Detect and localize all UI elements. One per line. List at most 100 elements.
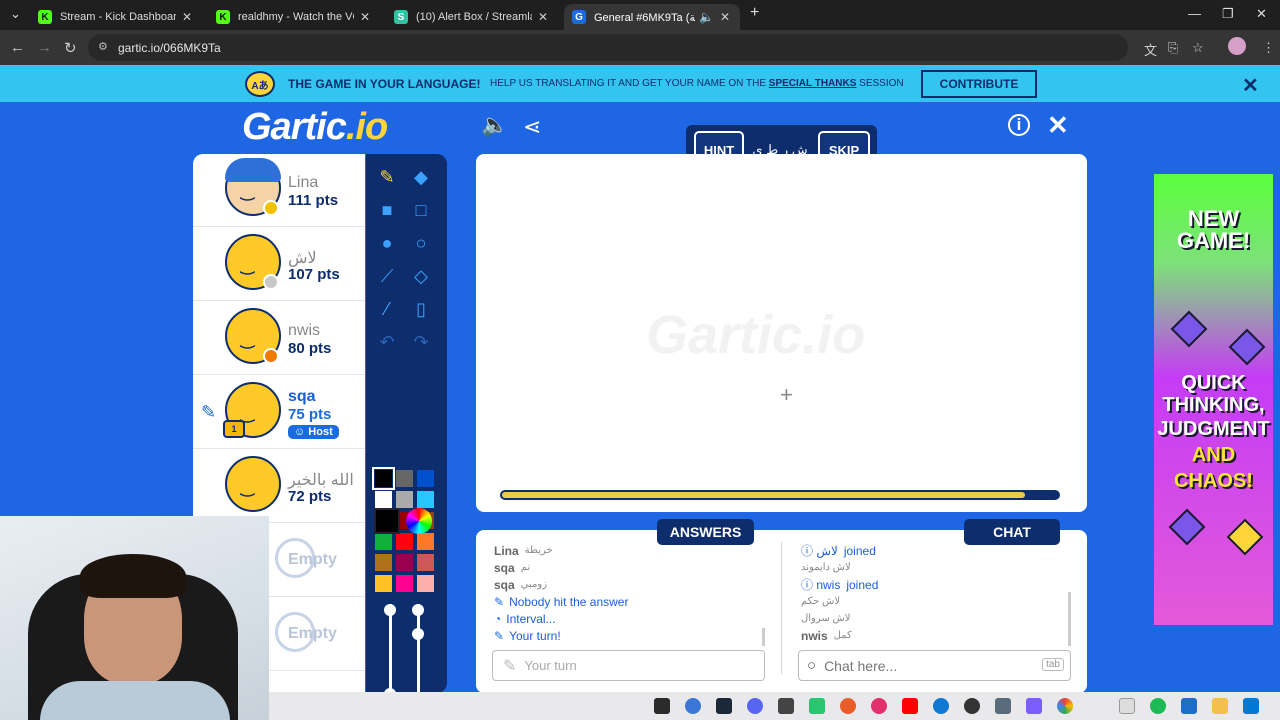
sound-icon[interactable]: 🔈 bbox=[481, 112, 508, 138]
fill-bucket-tool-icon[interactable]: ◇ bbox=[408, 263, 434, 289]
brush-size-slider[interactable] bbox=[389, 604, 392, 692]
filled-circle-tool-icon[interactable]: ● bbox=[374, 230, 400, 256]
app-icon[interactable] bbox=[995, 698, 1011, 714]
color-swatch[interactable] bbox=[375, 533, 392, 550]
drawing-canvas[interactable]: Gartic.io + bbox=[476, 154, 1087, 512]
eyedropper-tool-icon[interactable]: ⁄ bbox=[374, 296, 400, 322]
search-icon: ○ bbox=[807, 657, 817, 674]
new-tab-icon[interactable]: + bbox=[750, 4, 759, 22]
pencil-tool-icon[interactable]: ✎ bbox=[374, 164, 400, 190]
player-row-current[interactable]: ✎ ‿ 1 sqa 75 pts ☺ Host bbox=[193, 376, 365, 449]
exit-icon[interactable]: ✕ bbox=[1047, 110, 1069, 141]
answer-input[interactable]: ✎ Your turn bbox=[492, 650, 765, 681]
advertisement[interactable]: NEW GAME! QUICK THINKING, JUDGMENT AND C… bbox=[1154, 174, 1273, 625]
color-swatch[interactable] bbox=[396, 491, 413, 508]
color-swatch[interactable] bbox=[375, 575, 392, 592]
app-icon[interactable] bbox=[840, 698, 856, 714]
app-icon[interactable] bbox=[1026, 698, 1042, 714]
color-swatch[interactable] bbox=[396, 470, 413, 487]
tab-kick-dashboard[interactable]: K Stream - Kick Dashboard ✕ bbox=[30, 4, 202, 30]
color-swatch[interactable] bbox=[417, 491, 434, 508]
app-icon[interactable] bbox=[1119, 698, 1135, 714]
circle-tool-icon[interactable]: ○ bbox=[408, 230, 434, 256]
url-field[interactable]: ⚙ gartic.io/066MK9Ta bbox=[88, 34, 1128, 61]
site-info-icon[interactable]: ⚙ bbox=[98, 40, 108, 53]
edge-icon[interactable] bbox=[933, 698, 949, 714]
rectangle-tool-icon[interactable]: □ bbox=[408, 197, 434, 223]
app-icon[interactable] bbox=[654, 698, 670, 714]
tab-kick-vod[interactable]: K realdhmy - Watch the VOD on Kick ✕ bbox=[208, 4, 380, 30]
opacity-knob-top[interactable] bbox=[412, 604, 424, 616]
brush-size-knob[interactable] bbox=[384, 604, 396, 616]
info-icon[interactable]: i bbox=[1008, 114, 1030, 136]
color-swatch[interactable] bbox=[396, 533, 413, 550]
player-row[interactable]: ‿ nwis 80 pts bbox=[193, 302, 365, 375]
spotify-icon[interactable] bbox=[1150, 698, 1166, 714]
banner-text-after: SESSION bbox=[859, 78, 904, 89]
maximize-icon[interactable]: ❐ bbox=[1222, 6, 1234, 22]
host-label: Host bbox=[308, 426, 333, 438]
message-author: Lina bbox=[494, 543, 519, 558]
app-icon[interactable] bbox=[809, 698, 825, 714]
tab-search-icon[interactable]: ⌄ bbox=[10, 6, 21, 22]
share-icon[interactable]: ⋖ bbox=[523, 114, 541, 140]
speaker-icon[interactable]: 🔈 bbox=[699, 10, 714, 24]
color-swatch[interactable] bbox=[396, 575, 413, 592]
player-row[interactable]: ‿ الله بالخير 72 pts bbox=[193, 450, 365, 523]
app-icon[interactable] bbox=[871, 698, 887, 714]
back-icon[interactable]: ← bbox=[10, 39, 25, 56]
close-window-icon[interactable]: ✕ bbox=[1256, 6, 1267, 22]
translate-icon[interactable]: 文 bbox=[1144, 40, 1157, 59]
logo-main: Gartic bbox=[242, 106, 347, 148]
color-swatch[interactable] bbox=[417, 575, 434, 592]
minimize-icon[interactable]: — bbox=[1188, 6, 1201, 21]
windows-start-icon[interactable] bbox=[1243, 698, 1259, 714]
steam-icon[interactable] bbox=[716, 698, 732, 714]
answers-scrollbar[interactable] bbox=[762, 628, 765, 646]
filled-rectangle-tool-icon[interactable]: ■ bbox=[374, 197, 400, 223]
youtube-icon[interactable] bbox=[902, 698, 918, 714]
menu-kebab-icon[interactable]: ⋮ bbox=[1262, 40, 1275, 56]
line-tool-icon[interactable]: ⟋ bbox=[374, 263, 400, 289]
player-row[interactable]: ‿ لاش 107 pts bbox=[193, 228, 365, 301]
app-icon[interactable] bbox=[685, 698, 701, 714]
close-tab-icon[interactable]: ✕ bbox=[720, 10, 730, 24]
app-icon[interactable] bbox=[1181, 698, 1197, 714]
reload-icon[interactable]: ↻ bbox=[64, 39, 77, 57]
color-swatch[interactable] bbox=[375, 491, 392, 508]
bookmark-star-icon[interactable]: ☆ bbox=[1192, 40, 1204, 56]
chrome-icon[interactable] bbox=[1057, 698, 1073, 714]
chat-scrollbar[interactable] bbox=[1068, 592, 1071, 646]
discord-icon[interactable] bbox=[747, 698, 763, 714]
color-swatch[interactable] bbox=[417, 554, 434, 571]
color-swatch[interactable] bbox=[375, 554, 392, 571]
eraser-tool-icon[interactable]: ◆ bbox=[408, 164, 434, 190]
profile-avatar-icon[interactable] bbox=[1228, 37, 1246, 55]
close-banner-icon[interactable]: ✕ bbox=[1242, 73, 1259, 98]
cast-icon[interactable]: ⎘ bbox=[1168, 40, 1178, 56]
player-row[interactable]: ‿ Lina 111 pts bbox=[193, 154, 365, 227]
contribute-button[interactable]: CONTRIBUTE bbox=[921, 70, 1037, 98]
color-swatch[interactable] bbox=[417, 470, 434, 487]
tab-gartic[interactable]: G General #6MK9Ta (العربية) - Gartic 🔈 ✕ bbox=[564, 4, 740, 30]
tab-title: (10) Alert Box / Streamlabs bbox=[416, 11, 532, 23]
app-icon[interactable] bbox=[778, 698, 794, 714]
opacity-slider[interactable] bbox=[417, 604, 420, 692]
color-swatch[interactable] bbox=[372, 467, 395, 490]
redo-icon[interactable]: ↷ bbox=[408, 329, 434, 355]
close-tab-icon[interactable]: ✕ bbox=[360, 10, 370, 24]
close-tab-icon[interactable]: ✕ bbox=[538, 10, 548, 24]
special-thanks-link[interactable]: SPECIAL THANKS bbox=[769, 78, 857, 89]
forward-icon[interactable]: → bbox=[37, 39, 52, 56]
color-wheel-icon[interactable] bbox=[406, 508, 432, 534]
chat-input[interactable]: ○ Chat here... tab bbox=[798, 650, 1071, 681]
close-tab-icon[interactable]: ✕ bbox=[182, 10, 192, 24]
file-explorer-icon[interactable] bbox=[1212, 698, 1228, 714]
clear-page-tool-icon[interactable]: ▯ bbox=[408, 296, 434, 322]
media-player-icon[interactable] bbox=[964, 698, 980, 714]
tab-streamlabs[interactable]: S (10) Alert Box / Streamlabs ✕ bbox=[386, 4, 558, 30]
undo-icon[interactable]: ↶ bbox=[374, 329, 400, 355]
opacity-knob[interactable] bbox=[412, 628, 424, 640]
color-swatch[interactable] bbox=[417, 533, 434, 550]
color-swatch[interactable] bbox=[396, 554, 413, 571]
